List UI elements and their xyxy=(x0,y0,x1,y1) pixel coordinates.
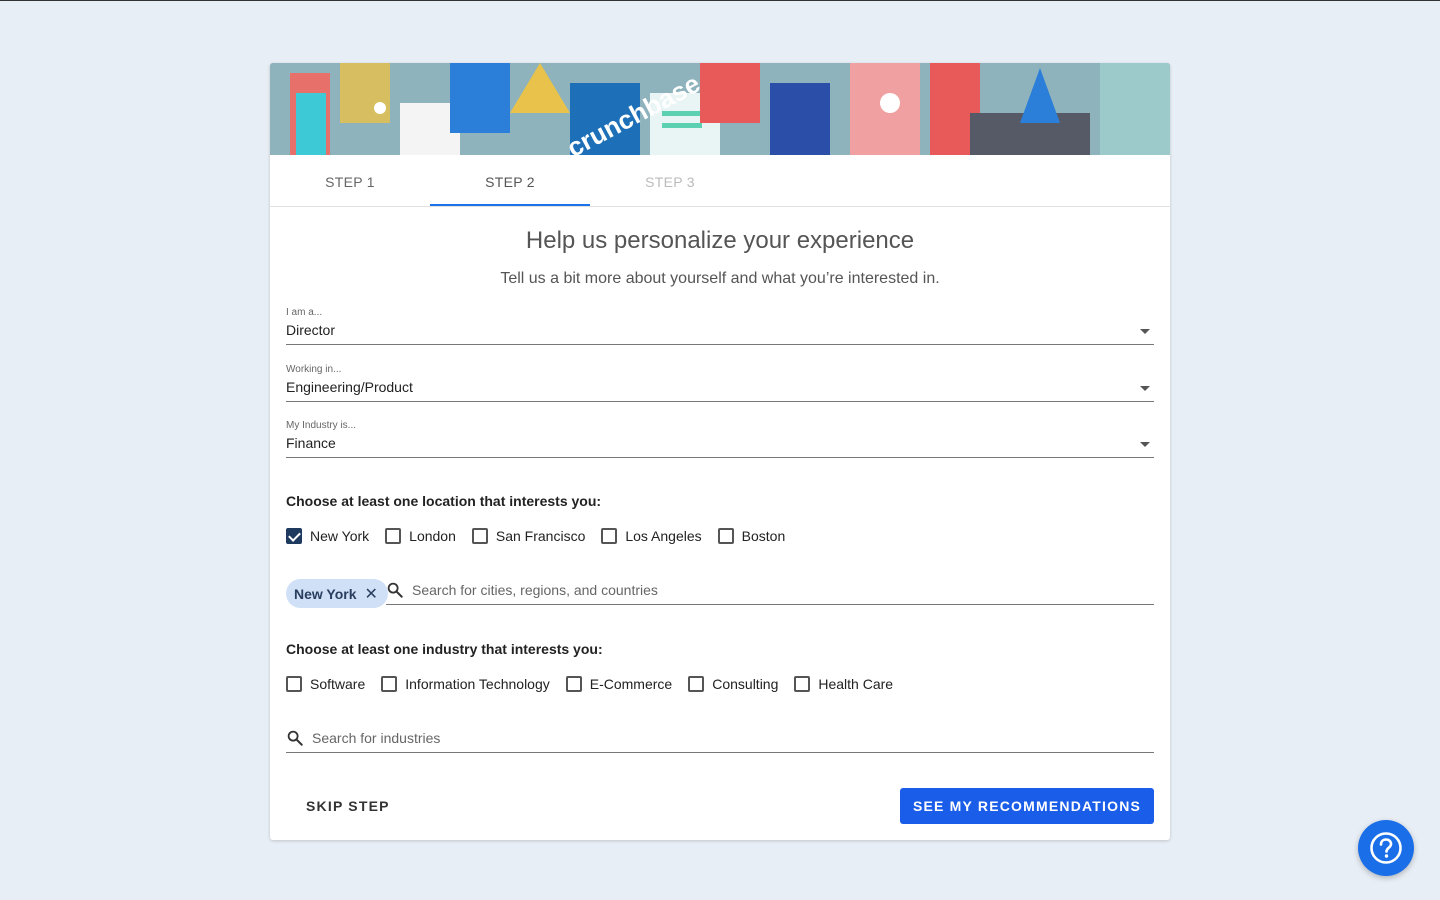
checkbox[interactable] xyxy=(471,528,488,544)
checkbox[interactable] xyxy=(381,676,398,692)
location-option-label: Boston xyxy=(741,528,786,544)
location-option-boston[interactable]: Boston xyxy=(717,528,786,544)
banner-illustration-icon: crunchbase xyxy=(270,63,1170,155)
role-select[interactable]: I am a... Director xyxy=(286,307,1154,345)
location-option-label: New York xyxy=(310,528,370,544)
crunchbase-banner: crunchbase xyxy=(270,63,1170,155)
checkbox[interactable] xyxy=(794,676,811,692)
industry-select-label: My Industry is... xyxy=(286,420,357,431)
help-question-icon xyxy=(1370,832,1402,864)
industry-option-label: Software xyxy=(310,676,366,692)
role-select-value: Director xyxy=(286,322,336,338)
industry-search-field[interactable] xyxy=(286,725,1154,753)
location-option-san-francisco[interactable]: San Francisco xyxy=(471,528,586,544)
checkbox[interactable] xyxy=(565,676,582,692)
location-options: New York London San Francisco Los Angele… xyxy=(286,526,801,546)
chip-label: New York xyxy=(294,585,357,602)
checkbox-checked[interactable] xyxy=(286,528,302,544)
location-option-label: London xyxy=(409,528,456,544)
page-subtitle: Tell us a bit more about yourself and wh… xyxy=(500,270,940,287)
tab-step-1[interactable]: STEP 1 xyxy=(270,155,430,206)
onboarding-card: crunchbase STEP 1 STEP 2 STEP 3 Help us … xyxy=(270,63,1170,840)
location-option-los-angeles[interactable]: Los Angeles xyxy=(601,528,702,544)
industry-options: Software Information Technology E-Commer… xyxy=(286,674,909,694)
industries-title: Choose at least one industry that intere… xyxy=(286,641,603,657)
chevron-down-icon xyxy=(1140,329,1150,334)
locations-title: Choose at least one location that intere… xyxy=(286,493,602,509)
location-option-label: San Francisco xyxy=(495,528,586,544)
search-icon xyxy=(387,582,403,598)
checkbox[interactable] xyxy=(601,528,618,544)
industry-option-health-care[interactable]: Health Care xyxy=(794,676,893,692)
industry-option-consulting[interactable]: Consulting xyxy=(688,676,778,692)
industry-option-label: Information Technology xyxy=(405,676,550,692)
industry-select-value: Finance xyxy=(286,435,336,451)
tab-step-3: STEP 3 xyxy=(645,174,695,190)
close-icon[interactable]: ✕ xyxy=(365,584,378,604)
industry-option-information-technology[interactable]: Information Technology xyxy=(381,676,550,692)
help-button[interactable] xyxy=(1358,820,1414,876)
location-option-new-york[interactable]: New York xyxy=(286,528,369,544)
industry-select[interactable]: My Industry is... Finance xyxy=(286,420,1154,458)
department-select-label: Working in... xyxy=(286,364,342,375)
search-icon xyxy=(287,730,303,746)
department-select-value: Engineering/Product xyxy=(286,379,413,395)
chevron-down-icon xyxy=(1140,442,1150,447)
location-option-london[interactable]: London xyxy=(385,528,456,544)
industry-option-e-commerce[interactable]: E-Commerce xyxy=(565,676,673,692)
chevron-down-icon xyxy=(1140,386,1150,391)
selected-location-chip: New York ✕ xyxy=(286,579,388,608)
role-select-label: I am a... xyxy=(286,307,323,318)
tab-step-2[interactable]: STEP 2 xyxy=(430,155,590,206)
skip-step-button[interactable]: SKIP STEP xyxy=(290,788,406,824)
location-search-input[interactable] xyxy=(412,579,1142,601)
location-option-label: Los Angeles xyxy=(625,528,702,544)
department-select[interactable]: Working in... Engineering/Product xyxy=(286,364,1154,402)
industry-option-label: Health Care xyxy=(818,676,894,692)
stepper-tabs: STEP 1 STEP 2 STEP 3 xyxy=(270,155,1170,207)
location-search-field[interactable] xyxy=(386,577,1154,605)
page-title: Help us personalize your experience xyxy=(525,227,915,254)
checkbox[interactable] xyxy=(717,528,734,544)
industry-option-label: E-Commerce xyxy=(589,676,673,692)
industry-option-software[interactable]: Software xyxy=(286,676,365,692)
industry-option-label: Consulting xyxy=(712,676,779,692)
checkbox[interactable] xyxy=(688,676,705,692)
checkbox[interactable] xyxy=(286,676,302,692)
industry-search-input[interactable] xyxy=(312,727,1142,749)
checkbox[interactable] xyxy=(385,528,402,544)
see-recommendations-button[interactable]: SEE MY RECOMMENDATIONS xyxy=(900,788,1154,824)
